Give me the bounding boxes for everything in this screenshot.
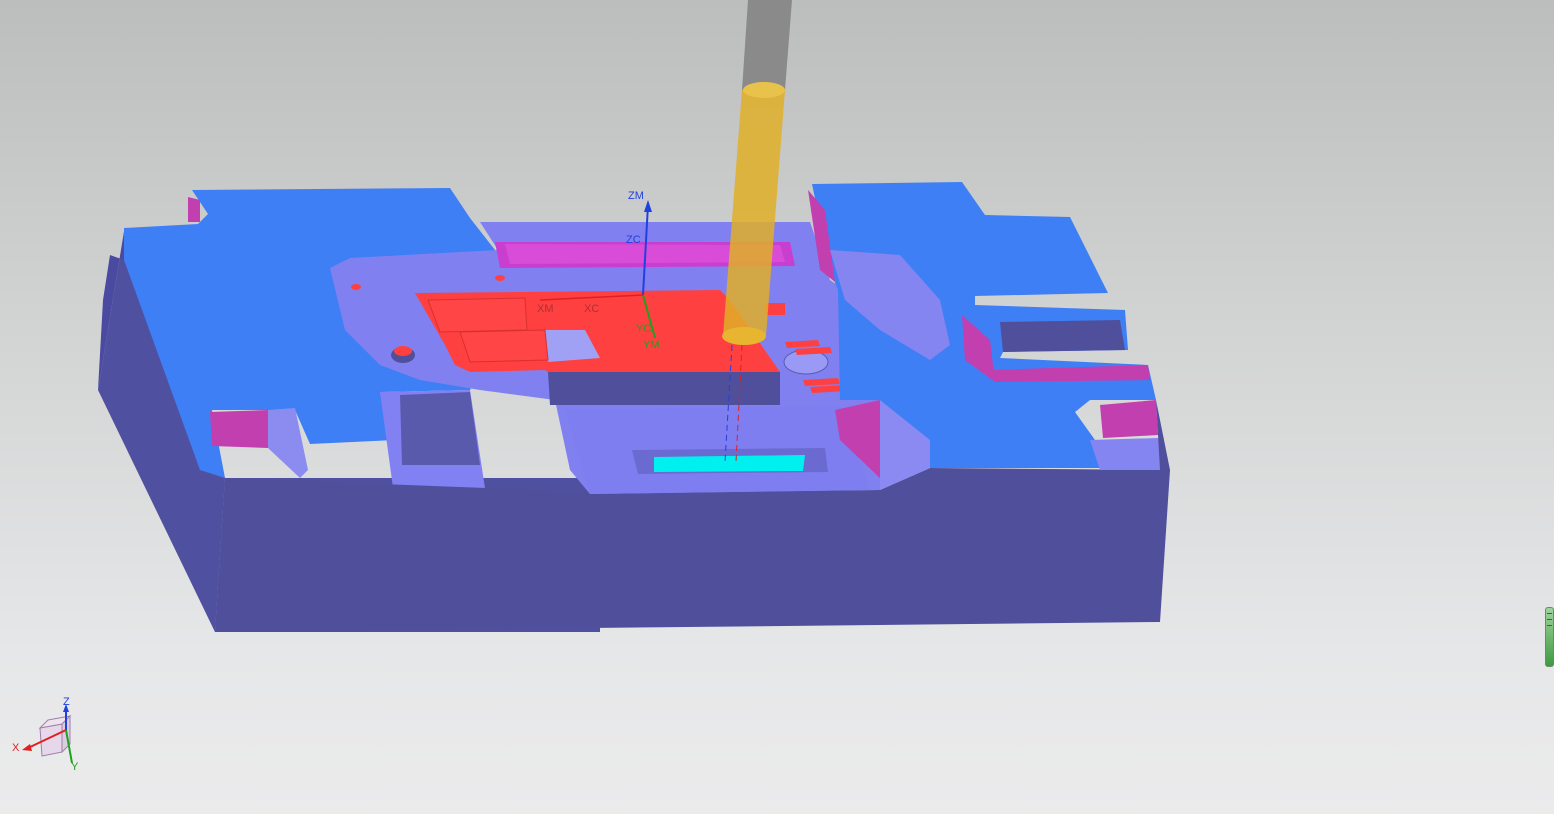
tool-holder <box>742 0 792 90</box>
scrollbar-grip <box>1547 613 1552 614</box>
selected-face-step <box>427 297 528 333</box>
xm-label: XM <box>537 303 554 315</box>
selected-face-wall <box>548 372 780 405</box>
right-slot-inner <box>1000 320 1125 352</box>
boss-left-top <box>394 346 412 356</box>
triad-z-label: Z <box>63 696 70 708</box>
zm-label: ZM <box>628 190 644 202</box>
red-tab <box>459 329 549 363</box>
right-notch-floor <box>1090 438 1170 470</box>
zc-label: ZC <box>626 234 641 246</box>
zm-arrowhead <box>644 200 652 212</box>
ym-label: YM <box>643 339 660 351</box>
left-slot-wall <box>400 392 480 465</box>
pin-left <box>351 284 361 290</box>
xc-label: XC <box>584 303 599 315</box>
scrollbar-grip <box>1547 625 1552 626</box>
scrollbar-grip <box>1547 619 1552 620</box>
progress-scrollbar[interactable] <box>1545 607 1554 667</box>
graphics-window[interactable]: ZM ZC XM XC YC YM Z X Y <box>0 0 1554 814</box>
cyan-face <box>654 455 805 472</box>
tool-cutter-top <box>743 82 785 98</box>
model-view[interactable]: ZM ZC XM XC YC YM Z X Y <box>0 0 1554 814</box>
triad-x-label: X <box>12 742 20 754</box>
red-pad-top-right <box>766 303 785 315</box>
left-wall-magenta <box>188 197 200 222</box>
triad-x-arrowhead <box>22 744 32 751</box>
pin-top <box>495 275 505 281</box>
left-notch-magenta <box>210 410 268 448</box>
triad-y-label: Y <box>71 761 79 773</box>
main-front-face <box>215 468 1170 632</box>
view-triad[interactable]: Z X Y <box>12 696 79 773</box>
yc-label: YC <box>636 323 651 335</box>
tool-cutter-tip <box>722 327 766 345</box>
right-notch-magenta <box>1100 400 1158 438</box>
